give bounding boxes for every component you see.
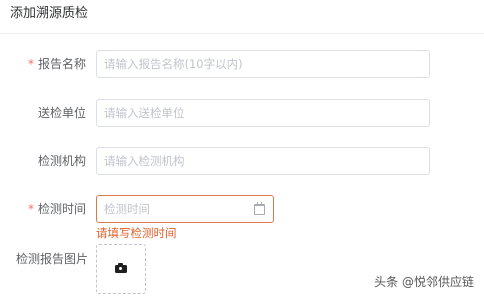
inspection-unit-label: 送检单位 (37, 106, 86, 120)
inspection-org-input[interactable]: 请输入检测机构 (96, 147, 430, 175)
camera-icon (115, 263, 127, 273)
inspection-org-label: 检测机构 (37, 154, 86, 168)
inspection-time-placeholder: 检测时间 (104, 202, 150, 216)
inspection-time-date-picker[interactable]: 检测时间 (96, 195, 274, 223)
form-row-report-name: * 报告名称 请输入报告名称(10字以内) (0, 50, 484, 78)
report-image-upload-button[interactable] (96, 244, 146, 294)
required-star: * (27, 57, 34, 71)
inspection-unit-placeholder: 请输入送检单位 (104, 106, 185, 120)
inspection-time-label: * 检测时间 (28, 195, 86, 223)
form-row-inspection-unit: 送检单位 请输入送检单位 (0, 99, 484, 127)
inspection-org-placeholder: 请输入检测机构 (104, 154, 185, 168)
inspection-time-error: 请填写检测时间 (96, 226, 177, 240)
page-title: 添加溯源质检 (10, 6, 89, 21)
report-name-label-text: 报告名称 (37, 57, 86, 71)
inspection-unit-input[interactable]: 请输入送检单位 (96, 99, 430, 127)
watermark: 头条 @悦邻供应链 (374, 275, 474, 289)
form-row-inspection-org: 检测机构 请输入检测机构 (0, 147, 484, 175)
required-star: * (27, 202, 34, 216)
page-header: 添加溯源质检 (0, 0, 484, 34)
calendar-icon[interactable] (254, 202, 265, 215)
report-image-label: 检测报告图片 (16, 252, 89, 266)
inspection-time-label-text: 检测时间 (37, 202, 86, 216)
report-name-input[interactable]: 请输入报告名称(10字以内) (96, 50, 430, 78)
report-name-placeholder: 请输入报告名称(10字以内) (104, 57, 243, 71)
report-name-label: * 报告名称 (28, 50, 86, 78)
form-row-inspection-time: * 检测时间 检测时间 (0, 195, 484, 223)
